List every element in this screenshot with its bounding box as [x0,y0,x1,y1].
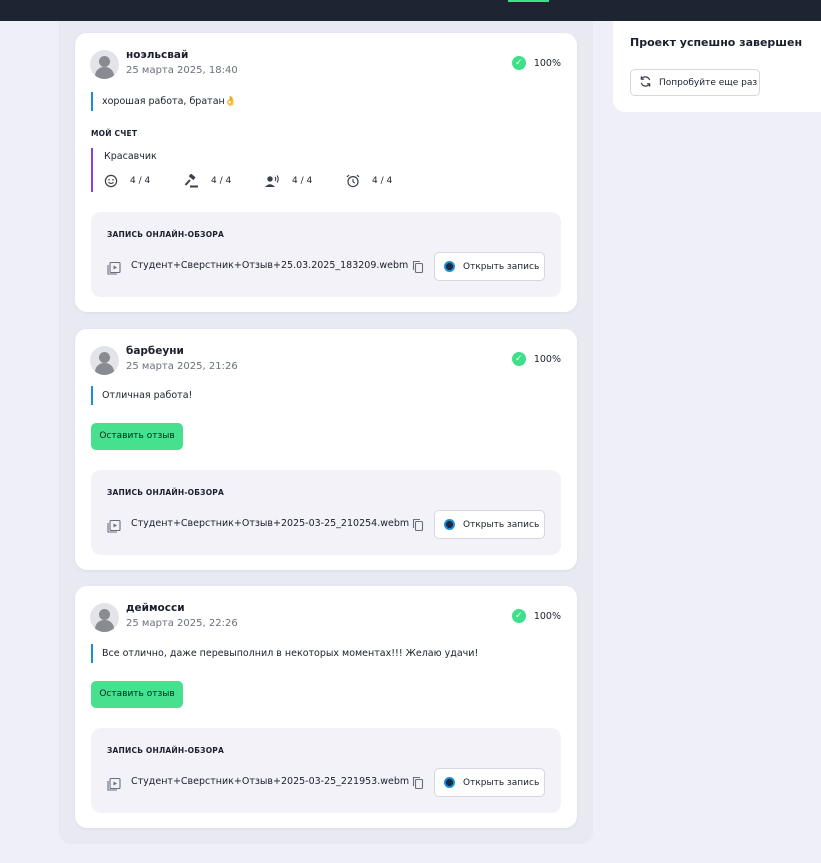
recording-file-name: Студент+Сверстник+Отзыв+2025-03-25_22195… [131,776,410,787]
refresh-icon [639,75,652,91]
video-file-icon [107,260,121,279]
recording-file-name: Студент+Сверстник+Отзыв+25.03.2025_18320… [131,260,409,271]
open-recording-button[interactable]: Открыть запись [434,252,545,281]
check-circle-icon: ✓ [511,352,526,366]
leave-feedback-button[interactable]: Оставить отзыв [91,681,183,708]
review-card: барбеуни 25 марта 2025, 21:26 ✓ 100% Отл… [75,329,577,570]
review-date: 25 марта 2025, 18:40 [126,65,238,76]
open-recording-label: Открыть запись [463,777,540,788]
record-icon [444,261,455,272]
reviewer-name[interactable]: барбеуни [126,345,184,357]
criterion-item: 4 / 4 [265,174,312,188]
recording-title: ЗАПИСЬ ОНЛАЙН-ОБЗОРА [107,230,224,239]
score-value: 100% [533,57,561,69]
score-block: Красавчик 4 / 4 4 / 4 4 / 4 4 / 4 [91,148,421,192]
leave-feedback-button[interactable]: Оставить отзыв [91,423,183,450]
project-status-title: Проект успешно завершен [630,36,803,49]
criterion-item: 4 / 4 [104,174,150,188]
review-date: 25 марта 2025, 22:26 [126,618,238,629]
recording-title: ЗАПИСЬ ОНЛАЙН-ОБЗОРА [107,488,224,497]
alarm-clock-icon [346,174,360,188]
avatar [90,50,119,79]
criterion-value: 4 / 4 [130,176,151,186]
open-recording-label: Открыть запись [463,261,540,272]
criterion-value: 4 / 4 [292,176,313,186]
speaking-person-icon [265,174,280,188]
criterion-item: 4 / 4 [346,174,392,188]
check-circle-icon: ✓ [511,609,526,623]
score-title: Красавчик [104,151,157,162]
review-score: ✓ 100% [511,609,561,623]
video-file-icon [107,776,121,795]
recording-title: ЗАПИСЬ ОНЛАЙН-ОБЗОРА [107,746,224,755]
retry-label: Попробуйте еще раз [659,77,758,88]
top-navigation-bar [0,0,821,21]
recording-box: ЗАПИСЬ ОНЛАЙН-ОБЗОРА Студент+Сверстник+О… [91,470,561,555]
copy-icon[interactable] [411,517,425,536]
criterion-value: 4 / 4 [211,176,232,186]
my-score-label: МОЙ СЧЕТ [91,129,138,138]
score-value: 100% [533,610,561,622]
reviewer-name[interactable]: ноэльсвай [126,49,188,61]
copy-icon[interactable] [411,775,425,794]
review-date: 25 марта 2025, 21:26 [126,361,238,372]
project-status-panel: Проект успешно завершен Попробуйте еще р… [613,21,821,112]
check-circle-icon: ✓ [511,56,526,70]
open-recording-label: Открыть запись [463,519,540,530]
copy-icon[interactable] [411,259,425,278]
review-card: деймосси 25 марта 2025, 22:26 ✓ 100% Все… [75,586,577,828]
score-value: 100% [533,353,561,365]
review-score: ✓ 100% [511,56,561,70]
review-score: ✓ 100% [511,352,561,366]
review-card: ноэльсвай 25 марта 2025, 18:40 ✓ 100% хо… [75,33,577,312]
retry-button[interactable]: Попробуйте еще раз [630,69,760,96]
avatar [90,346,119,375]
reviewer-name[interactable]: деймосси [126,602,185,614]
recording-file-name: Студент+Сверстник+Отзыв+2025-03-25_21025… [131,518,410,529]
open-recording-button[interactable]: Открыть запись [434,768,545,797]
gavel-icon [184,174,199,188]
recording-box: ЗАПИСЬ ОНЛАЙН-ОБЗОРА Студент+Сверстник+О… [91,728,561,813]
criterion-item: 4 / 4 [184,174,231,188]
recording-box: ЗАПИСЬ ОНЛАЙН-ОБЗОРА Студент+Сверстник+О… [91,212,561,297]
review-comment: Отличная работа! [91,386,192,405]
criterion-value: 4 / 4 [372,176,393,186]
open-recording-button[interactable]: Открыть запись [434,510,545,539]
smile-icon [104,174,118,188]
review-comment: Все отлично, даже перевыполнил в некотор… [91,644,478,663]
record-icon [444,777,455,788]
video-file-icon [107,518,121,537]
active-tab-indicator [508,0,549,2]
avatar [90,603,119,632]
review-comment: хорошая работа, братан👌 [91,92,237,111]
record-icon [444,519,455,530]
